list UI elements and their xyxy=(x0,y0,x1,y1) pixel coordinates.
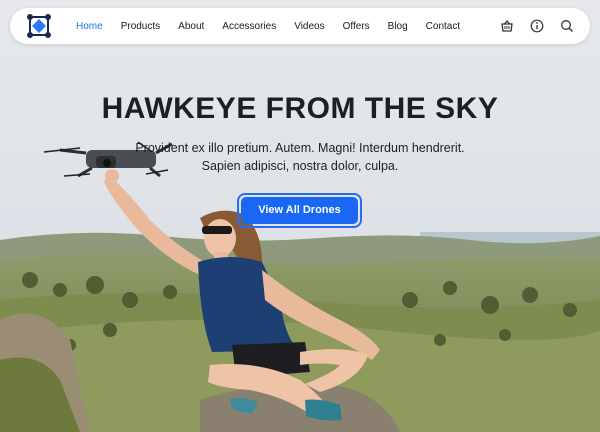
nav-icons xyxy=(500,8,574,44)
hero-subtitle: Provident ex illo pretium. Autem. Magni!… xyxy=(100,139,500,175)
hero-subtitle-line-2: Sapien adipisci, nostra dolor, culpa. xyxy=(201,159,399,173)
nav-link-accessories[interactable]: Accessories xyxy=(222,21,276,32)
nav-link-blog[interactable]: Blog xyxy=(388,21,408,32)
hero-headline: HAWKEYE FROM THE SKY xyxy=(101,92,499,125)
search-icon[interactable] xyxy=(560,19,574,33)
nav-link-products[interactable]: Products xyxy=(121,21,160,32)
nav-link-contact[interactable]: Contact xyxy=(426,21,460,32)
nav-link-about[interactable]: About xyxy=(178,21,204,32)
nav-link-offers[interactable]: Offers xyxy=(343,21,370,32)
hero-subtitle-line-1: Provident ex illo pretium. Autem. Magni!… xyxy=(135,141,465,155)
top-navbar: Home Products About Accessories Videos O… xyxy=(10,8,590,44)
view-all-drones-button[interactable]: View All Drones xyxy=(241,197,358,224)
nav-link-home[interactable]: Home xyxy=(76,21,103,32)
nav-links: Home Products About Accessories Videos O… xyxy=(76,8,478,44)
cart-icon[interactable] xyxy=(500,19,514,33)
nav-link-videos[interactable]: Videos xyxy=(294,21,324,32)
info-icon[interactable] xyxy=(530,19,544,33)
drone-logo-icon[interactable] xyxy=(26,13,52,39)
